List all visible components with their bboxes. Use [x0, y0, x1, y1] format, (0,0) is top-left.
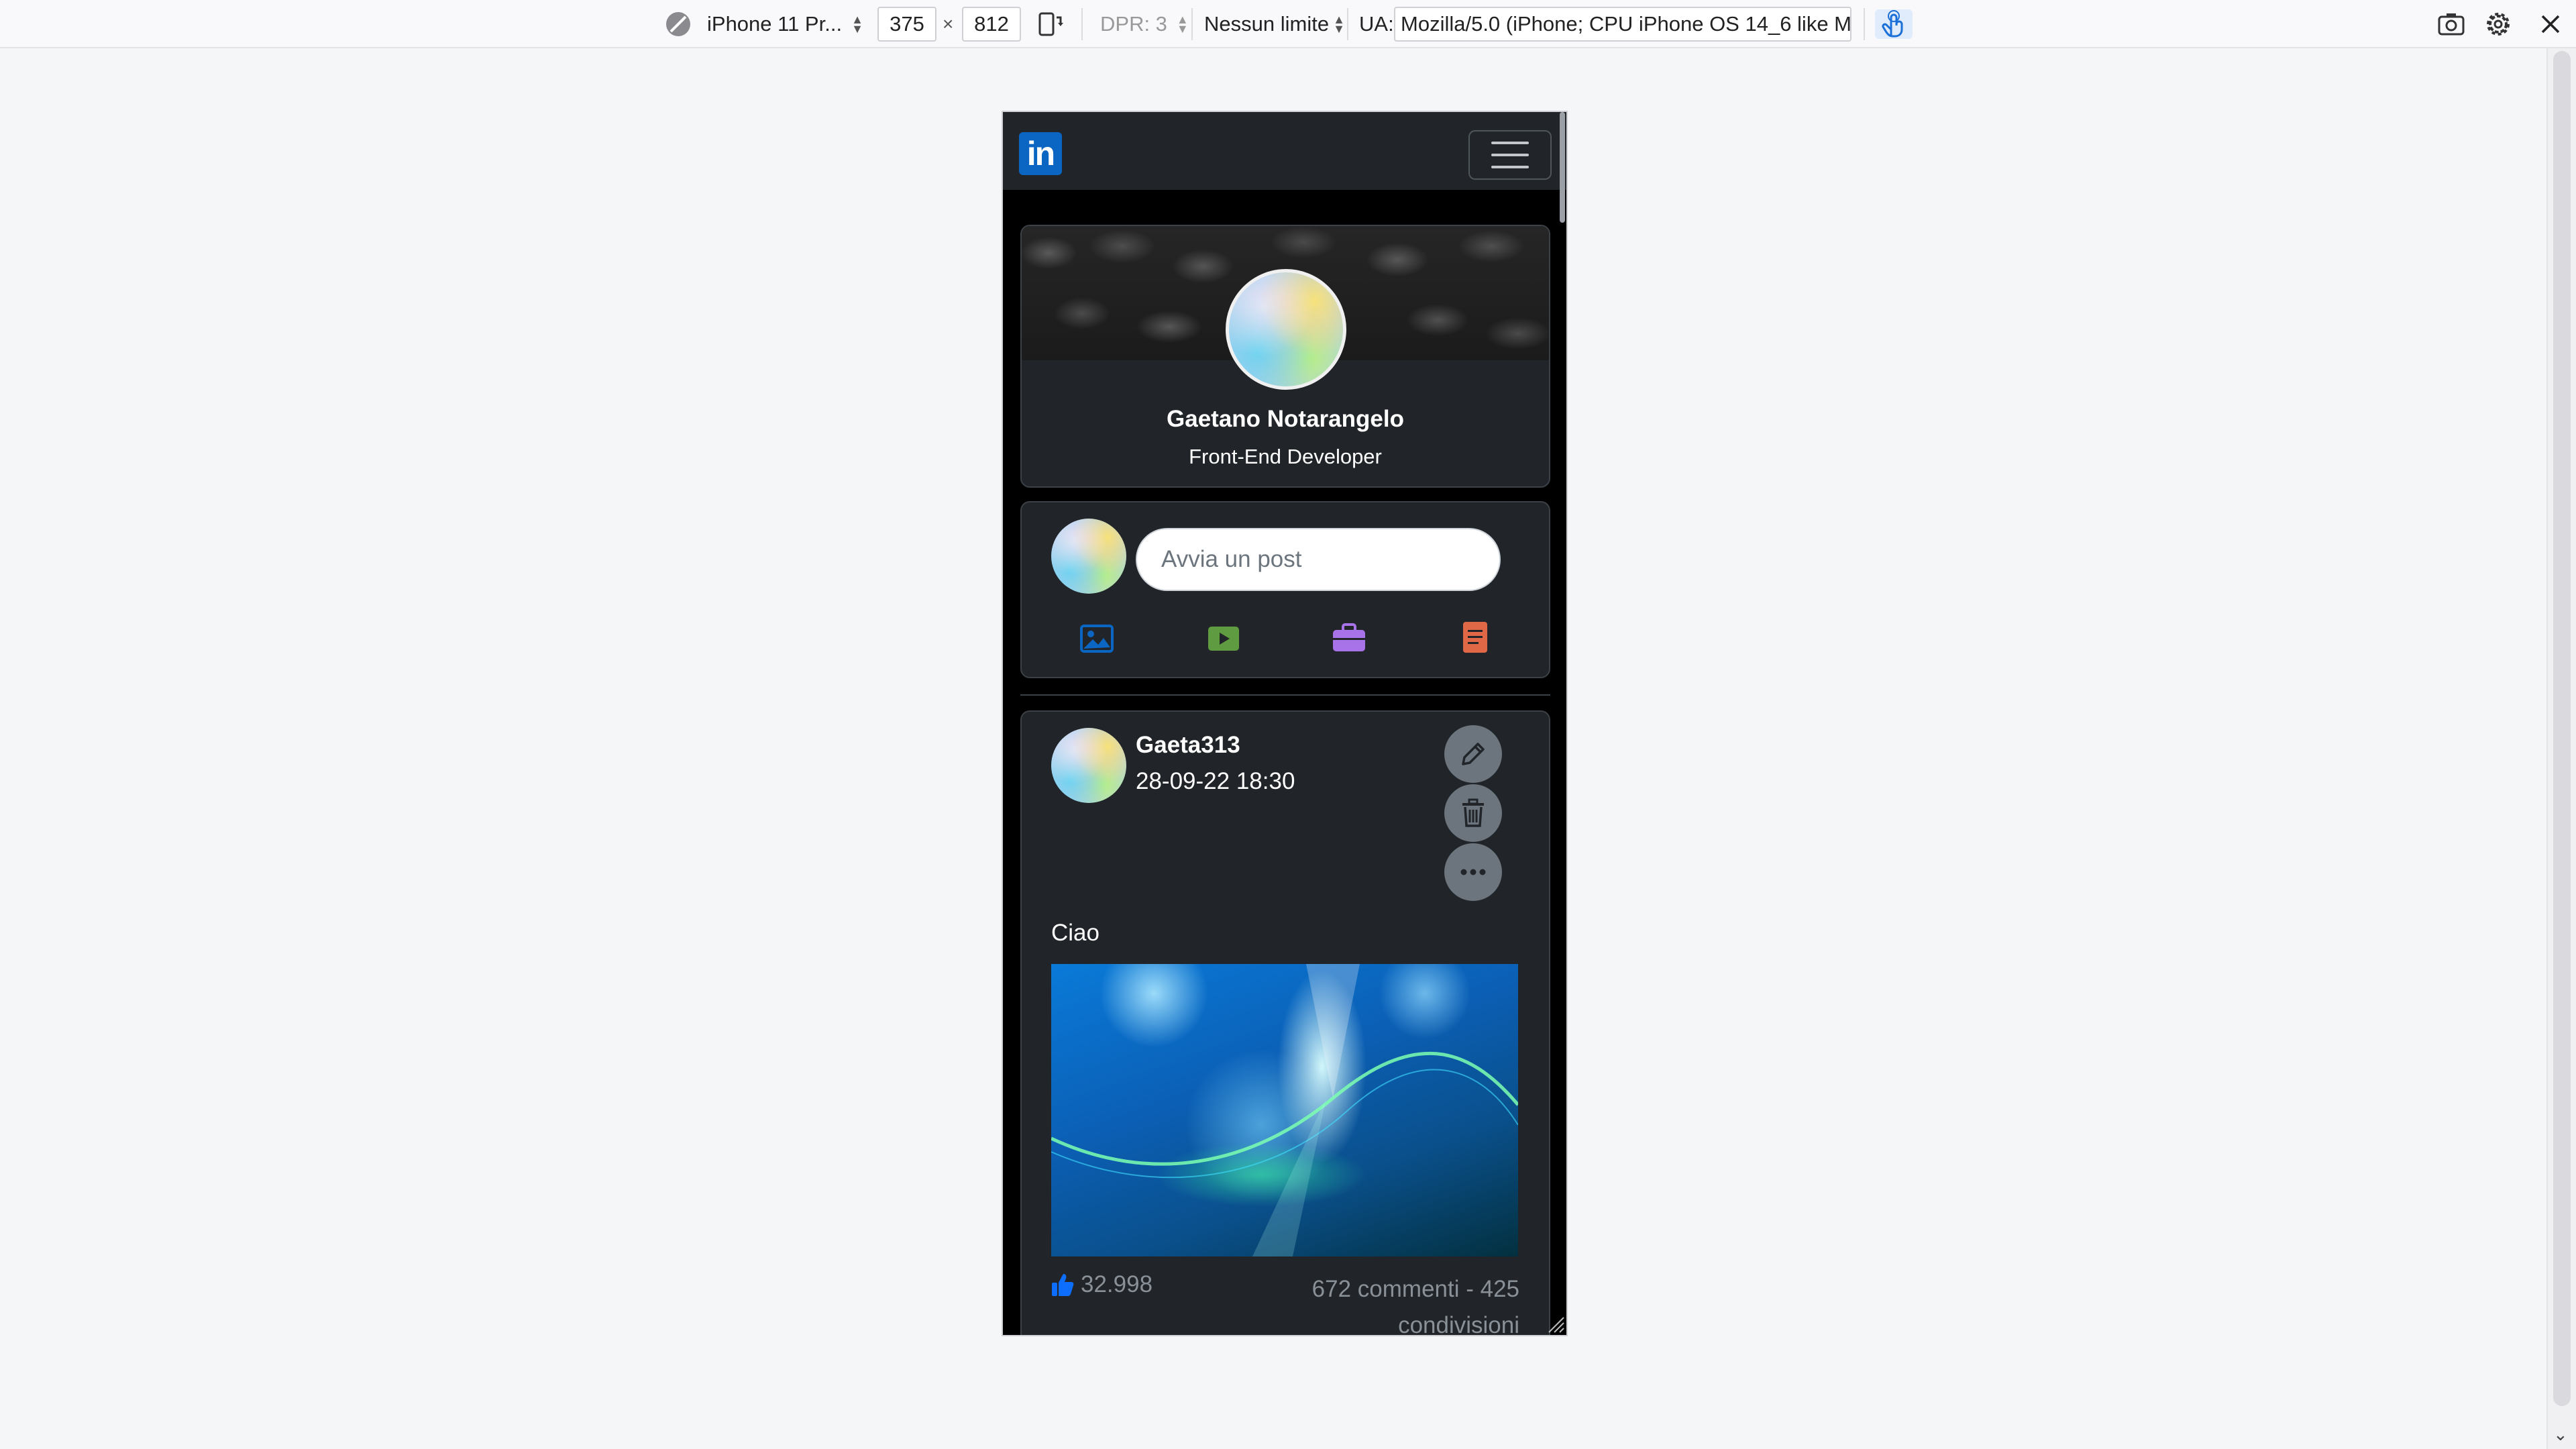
screenshot-icon[interactable] [2436, 9, 2466, 39]
viewport-width-input[interactable]: 375 [877, 7, 936, 42]
post-timestamp: 28-09-22 18:30 [1136, 768, 1295, 794]
viewport-resize-handle-icon[interactable] [1546, 1315, 1565, 1334]
trash-icon [1462, 798, 1484, 827]
post-stats[interactable]: 672 commenti - 425 condivisioni [1311, 1271, 1519, 1336]
add-video-button[interactable] [1207, 625, 1240, 653]
hamburger-icon [1491, 142, 1529, 168]
linkedin-logo-icon[interactable]: in [1019, 132, 1062, 175]
rotate-viewport-icon[interactable] [1036, 9, 1065, 39]
add-photo-button[interactable] [1079, 623, 1114, 654]
scrollbar-thumb[interactable] [2553, 51, 2571, 1406]
responsive-design-toolbar: iPhone 11 Pr... ▲ ▼ 375 × 812 DPR: 3 ▲ ▼ N… [0, 0, 2576, 48]
device-compat-icon [666, 12, 690, 36]
dimension-separator: × [943, 13, 954, 34]
navbar: in [1003, 112, 1566, 190]
like-count[interactable]: 32.998 [1051, 1271, 1152, 1298]
menu-toggle-button[interactable] [1468, 130, 1552, 180]
post-card: Gaeta313 28-09-22 18:30 Ciao 32.998 672 … [1020, 710, 1550, 1336]
edit-post-button[interactable] [1444, 725, 1502, 783]
page-scrollbar[interactable]: ⌄ [2546, 48, 2576, 1449]
shares-label: condivisioni [1398, 1312, 1519, 1336]
post-author-avatar[interactable] [1051, 728, 1126, 803]
device-selector[interactable]: iPhone 11 Pr... ▲ ▼ [664, 0, 863, 48]
dpr-selector[interactable]: DPR: 3 ▲ ▼ [1100, 0, 1189, 48]
viewport-height-input[interactable]: 812 [962, 7, 1021, 42]
ua-label: UA: [1359, 12, 1394, 36]
post-composer-card: Avvia un post [1020, 501, 1550, 678]
like-count-value: 32.998 [1081, 1271, 1153, 1297]
write-article-button[interactable] [1462, 621, 1489, 654]
comments-shares-count: 672 commenti - 425 [1311, 1276, 1519, 1302]
post-image[interactable] [1051, 964, 1518, 1256]
device-name: iPhone 11 Pr... [707, 12, 843, 36]
scroll-down-arrow-icon[interactable]: ⌄ [2553, 1424, 2568, 1445]
delete-post-button[interactable] [1444, 784, 1502, 842]
throttle-dropdown-icon: ▲ ▼ [1333, 13, 1345, 36]
add-job-button[interactable] [1332, 622, 1366, 654]
post-author-name[interactable]: Gaeta313 [1136, 732, 1240, 759]
video-icon [1208, 627, 1239, 651]
pencil-icon [1462, 743, 1485, 765]
profile-name: Gaetano Notarangelo [1167, 406, 1404, 432]
close-icon[interactable] [2536, 9, 2565, 39]
dpr-dropdown-icon: ▲ ▼ [1176, 13, 1189, 36]
image-icon [1080, 625, 1114, 653]
post-text: Ciao [1051, 920, 1099, 946]
profile-avatar[interactable] [1226, 269, 1346, 390]
start-post-placeholder: Avvia un post [1161, 546, 1302, 572]
article-icon [1463, 622, 1487, 653]
settings-gear-icon[interactable] [2483, 9, 2513, 39]
post-image-light-streaks [1051, 964, 1518, 1256]
feed-divider [1020, 694, 1550, 696]
touch-simulation-icon[interactable] [1875, 9, 1913, 39]
device-viewport: in Gaetano Notarangelo Front-End Develop… [1002, 111, 1568, 1336]
profile-role: Front-End Developer [1189, 445, 1382, 468]
ellipsis-icon [1460, 869, 1486, 875]
post-more-options-button[interactable] [1444, 843, 1502, 901]
user-agent-input[interactable]: Mozilla/5.0 (iPhone; CPU iPhone OS 14_6 … [1394, 7, 1851, 42]
start-post-input[interactable]: Avvia un post [1136, 528, 1501, 591]
thumbs-up-icon [1052, 1274, 1074, 1296]
briefcase-icon [1333, 623, 1365, 651]
device-dropdown-icon: ▲ ▼ [851, 13, 863, 36]
viewport-scrollbar[interactable] [1560, 112, 1565, 223]
dpr-label: DPR: 3 [1100, 12, 1167, 36]
throttle-label: Nessun limite [1204, 12, 1330, 36]
composer-avatar [1051, 519, 1126, 594]
network-throttle-selector[interactable]: Nessun limite ▲ ▼ [1204, 0, 1345, 48]
profile-card: Gaetano Notarangelo Front-End Developer [1020, 225, 1550, 488]
